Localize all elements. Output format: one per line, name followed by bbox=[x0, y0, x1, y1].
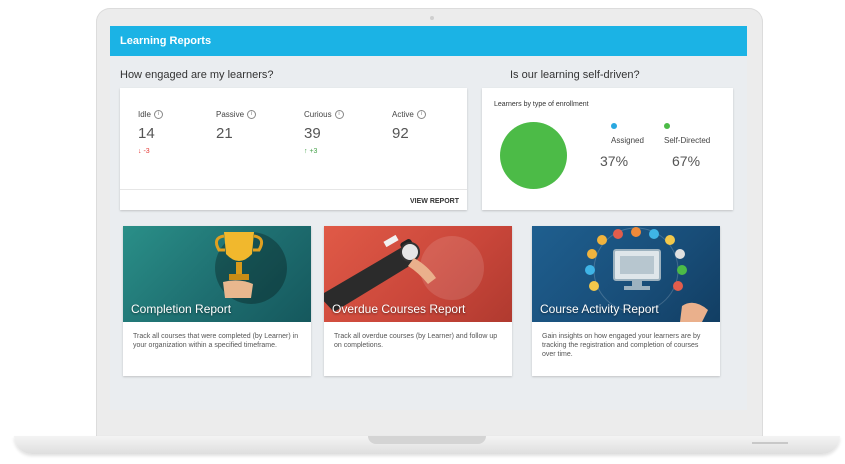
overdue-report-image: Overdue Courses Report bbox=[324, 226, 512, 322]
report-title: Course Activity Report bbox=[540, 302, 659, 316]
report-description: Gain insights on how engaged your learne… bbox=[542, 333, 701, 358]
view-report-link[interactable]: VIEW REPORT bbox=[410, 198, 459, 205]
info-icon[interactable]: i bbox=[416, 110, 426, 119]
self-directed-label: Self-Directed bbox=[664, 136, 711, 145]
app-screen: Learning Reports How engaged are my lear… bbox=[110, 26, 747, 410]
self-directed-legend-dot bbox=[664, 123, 670, 129]
metric-label: Curious bbox=[304, 110, 332, 119]
metric-delta: ↑ +3 bbox=[304, 148, 374, 155]
engagement-card: Idle i 14 ↓ -3 Passive i 21 Curious i 39… bbox=[120, 88, 467, 210]
metric-value: 14 bbox=[138, 125, 155, 142]
assigned-label: Assigned bbox=[611, 136, 644, 145]
metric-value: 21 bbox=[216, 125, 233, 142]
assigned-value: 37% bbox=[600, 153, 629, 169]
enrollment-pie-chart bbox=[500, 122, 567, 189]
laptop-base-line bbox=[752, 442, 788, 444]
report-title: Completion Report bbox=[131, 302, 232, 316]
metric-value: 92 bbox=[392, 125, 409, 142]
delta-value: -3 bbox=[143, 148, 150, 155]
trophy-icon bbox=[214, 232, 264, 298]
metric-label: Passive bbox=[216, 110, 245, 119]
completion-report-card[interactable]: Completion Report Track all courses that… bbox=[123, 226, 311, 376]
self-driven-section-title: Is our learning self-driven? bbox=[510, 69, 640, 81]
report-description: Track all courses that were completed (b… bbox=[133, 333, 299, 349]
metric-passive: Passive i 21 bbox=[216, 110, 286, 142]
metric-idle: Idle i 14 ↓ -3 bbox=[138, 110, 208, 155]
info-icon[interactable]: i bbox=[247, 110, 257, 119]
laptop-notch bbox=[368, 436, 486, 444]
metric-label: Idle bbox=[138, 110, 151, 119]
report-description: Track all overdue courses (by Learner) a… bbox=[334, 333, 498, 349]
assigned-legend-dot bbox=[611, 123, 617, 129]
activity-report-card[interactable]: Course Activity Report Gain insights on … bbox=[532, 226, 720, 376]
page-title: Learning Reports bbox=[120, 35, 212, 47]
camera-dot bbox=[430, 16, 434, 20]
enrollment-card-title: Learners by type of enrollment bbox=[494, 101, 589, 108]
card-divider bbox=[120, 189, 467, 190]
header-bar: Learning Reports bbox=[110, 26, 747, 56]
arrow-down-icon: ↓ bbox=[138, 148, 142, 155]
completion-report-image: Completion Report bbox=[123, 226, 311, 322]
enrollment-card: Learners by type of enrollment Assigned … bbox=[482, 88, 733, 210]
self-directed-value: 67% bbox=[672, 153, 701, 169]
activity-report-image: Course Activity Report bbox=[532, 226, 720, 322]
arrow-up-icon: ↑ bbox=[304, 148, 308, 155]
info-icon[interactable]: i bbox=[334, 110, 344, 119]
engagement-section-title: How engaged are my learners? bbox=[120, 69, 274, 81]
metric-value: 39 bbox=[304, 125, 321, 142]
info-icon[interactable]: i bbox=[153, 110, 163, 119]
metric-delta: ↓ -3 bbox=[138, 148, 208, 155]
metric-label: Active bbox=[392, 110, 414, 119]
delta-value: +3 bbox=[309, 148, 318, 155]
metric-active: Active i 92 bbox=[392, 110, 462, 142]
metric-curious: Curious i 39 ↑ +3 bbox=[304, 110, 374, 155]
report-title: Overdue Courses Report bbox=[332, 302, 466, 316]
overdue-report-card[interactable]: Overdue Courses Report Track all overdue… bbox=[324, 226, 512, 376]
